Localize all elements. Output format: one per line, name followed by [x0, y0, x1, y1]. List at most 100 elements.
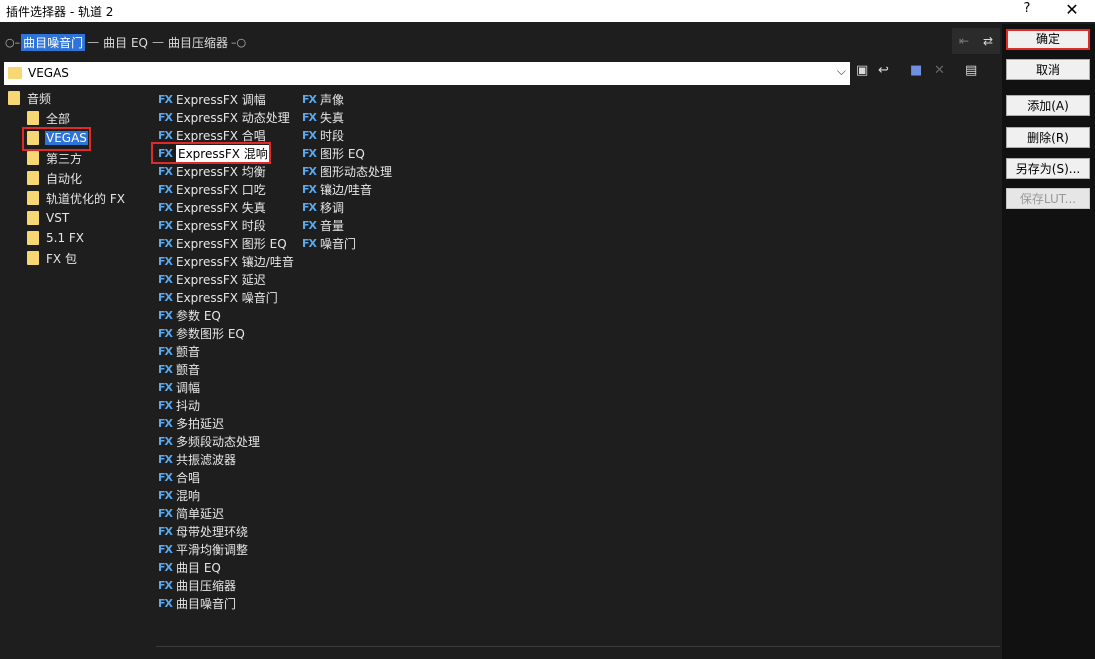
plugin-chain-bar: ○– 曲目噪音门 — 曲目 EQ — 曲目压缩器 –○ — [0, 24, 1000, 56]
fx-icon: FX — [302, 164, 317, 178]
tree-item-third-party[interactable]: 第三方 — [27, 149, 83, 167]
fx-item[interactable]: FX ExpressFX 图形 EQ — [158, 234, 294, 252]
folder-icon — [27, 131, 39, 145]
fx-item[interactable]: FX 调幅 — [158, 378, 294, 396]
chevron-down-icon[interactable]: ⌵ — [837, 64, 846, 79]
fx-item[interactable]: FX 图形 EQ — [302, 144, 392, 162]
fx-item[interactable]: FX ExpressFX 时段 — [158, 216, 294, 234]
save-lut-button[interactable]: 保存LUT... — [1006, 188, 1090, 209]
chain-plugin-eq[interactable]: 曲目 EQ — [101, 34, 150, 51]
fx-item-label: ExpressFX 动态处理 — [176, 110, 290, 125]
fx-item[interactable]: FX 曲目压缩器 — [158, 576, 294, 594]
save-as-button[interactable]: 另存为(S)... — [1006, 158, 1090, 179]
fx-item[interactable]: FX ExpressFX 噪音门 — [158, 288, 294, 306]
fx-item[interactable]: FX 图形动态处理 — [302, 162, 392, 180]
chain-plugin-compressor[interactable]: 曲目压缩器 — [166, 34, 230, 51]
swap-plugin-icon[interactable]: ⇄ — [983, 34, 993, 48]
fx-icon: FX — [158, 434, 173, 448]
tree-item-vst[interactable]: VST — [27, 209, 70, 227]
fx-item[interactable]: FX 平滑均衡调整 — [158, 540, 294, 558]
fx-item[interactable]: FX 混响 — [158, 486, 294, 504]
fx-item[interactable]: FX ExpressFX 均衡 — [158, 162, 294, 180]
tree-item-track-optimized[interactable]: 轨道优化的 FX — [27, 189, 126, 207]
close-icon[interactable]: ✕ — [1064, 0, 1080, 19]
fx-item[interactable]: FX 镶边/哇音 — [302, 180, 392, 198]
fx-icon: FX — [158, 470, 173, 484]
cancel-button[interactable]: 取消 — [1006, 59, 1090, 80]
fx-item[interactable]: FX 失真 — [302, 108, 392, 126]
fx-item[interactable]: FX 简单延迟 — [158, 504, 294, 522]
fx-icon: FX — [302, 110, 317, 124]
fx-icon: FX — [158, 560, 173, 574]
fx-item-label: 曲目 EQ — [176, 560, 221, 575]
fx-item[interactable]: FX ExpressFX 口吃 — [158, 180, 294, 198]
tree-item-vegas[interactable]: VEGAS — [27, 129, 88, 147]
fx-item[interactable]: FX 合唱 — [158, 468, 294, 486]
fx-item[interactable]: FX 声像 — [302, 90, 392, 108]
fx-item[interactable]: FX 噪音门 — [302, 234, 392, 252]
remove-plugin-icon[interactable]: ⇤ — [959, 34, 969, 48]
fx-item[interactable]: FX 颤音 — [158, 342, 294, 360]
fx-item[interactable]: FX ExpressFX 混响 — [158, 144, 294, 162]
fx-item[interactable]: FX 多频段动态处理 — [158, 432, 294, 450]
fx-item-label: 合唱 — [176, 470, 201, 485]
fx-item[interactable]: FX 抖动 — [158, 396, 294, 414]
fx-icon: FX — [158, 218, 173, 232]
fx-item[interactable]: FX 音量 — [302, 216, 392, 234]
tree-item-all[interactable]: 全部 — [27, 109, 71, 127]
view-icon[interactable]: ▤ — [965, 63, 977, 78]
fx-item-label: 声像 — [320, 92, 345, 107]
fx-item[interactable]: FX 多拍延迟 — [158, 414, 294, 432]
folder-icon — [8, 91, 20, 105]
fx-item[interactable]: FX 颤音 — [158, 360, 294, 378]
ok-button[interactable]: 确定 — [1006, 29, 1090, 50]
folder-path-dropdown[interactable]: VEGAS ⌵ — [4, 62, 850, 85]
fx-item-label: ExpressFX 调幅 — [176, 92, 266, 107]
fx-item[interactable]: FX 曲目 EQ — [158, 558, 294, 576]
fx-item-label: 噪音门 — [320, 236, 357, 251]
fx-item[interactable]: FX 曲目噪音门 — [158, 594, 294, 612]
folder-up-icon[interactable]: ▣ — [856, 63, 868, 78]
fx-item-label: 失真 — [320, 110, 345, 125]
fx-item[interactable]: FX 时段 — [302, 126, 392, 144]
fx-item[interactable]: FX ExpressFX 合唱 — [158, 126, 294, 144]
fx-item[interactable]: FX ExpressFX 失真 — [158, 198, 294, 216]
remove-button[interactable]: 删除(R) — [1006, 127, 1090, 148]
new-folder-icon[interactable]: ■ — [910, 63, 922, 78]
fx-icon: FX — [302, 128, 317, 142]
folder-icon — [8, 67, 22, 79]
fx-item[interactable]: FX 母带处理环绕 — [158, 522, 294, 540]
fx-item[interactable]: FX 参数 EQ — [158, 306, 294, 324]
fx-item[interactable]: FX 移调 — [302, 198, 392, 216]
fx-item[interactable]: FX ExpressFX 动态处理 — [158, 108, 294, 126]
fx-item[interactable]: FX 共振滤波器 — [158, 450, 294, 468]
tree-label: 5.1 FX — [46, 231, 85, 245]
plugin-chain: ○– 曲目噪音门 — 曲目 EQ — 曲目压缩器 –○ — [4, 33, 247, 51]
add-button[interactable]: 添加(A) — [1006, 95, 1090, 116]
chain-plugin-noise-gate[interactable]: 曲目噪音门 — [21, 33, 86, 51]
tree-label: VST — [46, 211, 70, 225]
fx-item-label: ExpressFX 混响 — [176, 144, 270, 162]
tree-root-audio[interactable]: 音频 — [8, 89, 52, 107]
tree-label: 轨道优化的 FX — [46, 191, 125, 206]
fx-item-label: 颤音 — [176, 344, 201, 359]
fx-item[interactable]: FX 参数图形 EQ — [158, 324, 294, 342]
tree-item-automation[interactable]: 自动化 — [27, 169, 83, 187]
help-icon[interactable]: ? — [1020, 1, 1034, 16]
tree-item-fx-package[interactable]: FX 包 — [27, 249, 78, 267]
fx-item-label: 多频段动态处理 — [176, 434, 261, 449]
fx-item-label: 图形 EQ — [320, 146, 365, 161]
delete-icon[interactable]: ✕ — [934, 63, 945, 78]
fx-item-label: 母带处理环绕 — [176, 524, 249, 539]
fx-icon: FX — [158, 164, 173, 178]
fx-item-label: 参数 EQ — [176, 308, 221, 323]
tree-item-5-1-fx[interactable]: 5.1 FX — [27, 229, 85, 247]
folder-icon — [27, 171, 39, 185]
fx-item[interactable]: FX ExpressFX 调幅 — [158, 90, 294, 108]
fx-item[interactable]: FX ExpressFX 镶边/哇音 — [158, 252, 294, 270]
fx-item-label: 移调 — [320, 200, 345, 215]
fx-item-label: 平滑均衡调整 — [176, 542, 249, 557]
fx-item[interactable]: FX ExpressFX 延迟 — [158, 270, 294, 288]
fx-item-label: 曲目压缩器 — [176, 578, 237, 593]
back-icon[interactable]: ↩ — [878, 63, 889, 78]
